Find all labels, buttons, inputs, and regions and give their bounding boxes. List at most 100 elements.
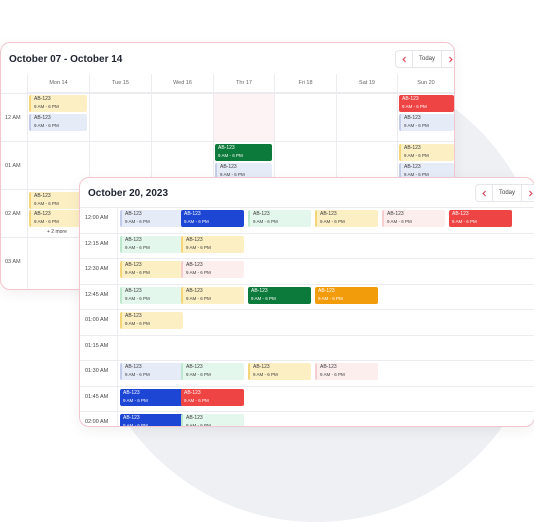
event-time: 9 AM - 6 PM: [452, 219, 477, 224]
time-label: 02 AM: [5, 211, 21, 217]
row-divider: [80, 360, 534, 361]
event-block[interactable]: AB-123 9 AM - 6 PM: [29, 114, 87, 131]
event-block[interactable]: AB-123 9 AM - 6 PM: [120, 389, 183, 406]
event-block[interactable]: AB-123 9 AM - 6 PM: [181, 210, 244, 227]
event-time: 9 AM - 6 PM: [186, 270, 211, 275]
time-column-divider: [117, 207, 118, 426]
row-divider: [1, 141, 454, 142]
event-code: AB-123: [123, 415, 140, 421]
event-block[interactable]: AB-123 9 AM - 6 PM: [248, 287, 311, 304]
event-block[interactable]: AB-123 9 AM - 6 PM: [315, 287, 378, 304]
event-block[interactable]: AB-123 9 AM - 6 PM: [120, 236, 183, 253]
daily-grid: 12:00 AM 12:15 AM 12:30 AM 12:45 AM 01:00 AM…: [80, 207, 534, 426]
event-block[interactable]: AB-123 9 AM - 6 PM: [449, 210, 512, 227]
weekly-prev-button[interactable]: [396, 51, 412, 67]
event-time: 9 AM - 6 PM: [251, 296, 276, 301]
daily-nav: Today: [475, 184, 534, 202]
event-time: 9 AM - 6 PM: [34, 219, 59, 224]
daily-next-button[interactable]: [522, 185, 534, 201]
event-block[interactable]: AB-123 9 AM - 6 PM: [399, 95, 454, 112]
event-code: AB-123: [253, 364, 270, 370]
event-code: AB-123: [34, 96, 51, 102]
column-divider: [27, 74, 28, 289]
event-block[interactable]: AB-123 9 AM - 6 PM: [29, 95, 87, 112]
event-block[interactable]: AB-123 9 AM - 6 PM: [120, 414, 183, 426]
event-block[interactable]: AB-123 9 AM - 6 PM: [399, 114, 454, 131]
row-divider: [80, 207, 534, 208]
event-block[interactable]: AB-123 9 AM - 6 PM: [315, 210, 378, 227]
event-code: AB-123: [404, 145, 421, 151]
more-events-link[interactable]: + 2 more: [47, 229, 67, 235]
event-time: 9 AM - 6 PM: [186, 245, 211, 250]
event-code: AB-123: [186, 262, 203, 268]
event-time: 9 AM - 6 PM: [125, 245, 150, 250]
time-label: 03 AM: [5, 259, 21, 265]
event-code: AB-123: [387, 211, 404, 217]
event-code: AB-123: [184, 390, 201, 396]
event-code: AB-123: [320, 364, 337, 370]
event-time: 9 AM - 6 PM: [125, 270, 150, 275]
event-block[interactable]: AB-123 9 AM - 6 PM: [120, 287, 183, 304]
event-code: AB-123: [218, 145, 235, 151]
event-time: 9 AM - 6 PM: [218, 153, 243, 158]
event-block[interactable]: AB-123 9 AM - 6 PM: [382, 210, 445, 227]
event-block[interactable]: AB-123 9 AM - 6 PM: [248, 210, 311, 227]
event-time: 9 AM - 6 PM: [125, 372, 150, 377]
event-block[interactable]: AB-123 9 AM - 6 PM: [399, 144, 454, 161]
event-time: 9 AM - 6 PM: [34, 201, 59, 206]
time-label: 01:00 AM: [85, 317, 109, 323]
weekly-today-button[interactable]: Today: [412, 51, 443, 67]
weekly-next-button[interactable]: [442, 51, 454, 67]
event-time: 9 AM - 6 PM: [320, 372, 345, 377]
event-code: AB-123: [186, 364, 203, 370]
row-divider: [80, 309, 534, 310]
time-label: 01:15 AM: [85, 343, 109, 349]
time-label: 12:15 AM: [85, 241, 109, 247]
day-header: Sun 20: [397, 74, 454, 93]
event-block[interactable]: AB-123 9 AM - 6 PM: [215, 144, 272, 161]
event-block[interactable]: AB-123 9 AM - 6 PM: [120, 363, 183, 380]
event-block[interactable]: AB-123 9 AM - 6 PM: [181, 261, 244, 278]
row-divider: [80, 233, 534, 234]
event-time: 9 AM - 6 PM: [186, 423, 211, 427]
event-code: AB-123: [253, 211, 270, 217]
event-time: 9 AM - 6 PM: [125, 321, 150, 326]
event-code: AB-123: [125, 211, 142, 217]
event-code: AB-123: [34, 193, 51, 199]
event-time: 9 AM - 6 PM: [34, 123, 59, 128]
event-time: 9 AM - 6 PM: [34, 104, 59, 109]
event-time: 9 AM - 6 PM: [387, 219, 412, 224]
event-block[interactable]: AB-123 9 AM - 6 PM: [120, 261, 183, 278]
chevron-left-icon: [401, 56, 406, 62]
daily-today-button[interactable]: Today: [492, 185, 523, 201]
event-code: AB-123: [125, 364, 142, 370]
event-block[interactable]: AB-123 9 AM - 6 PM: [181, 363, 244, 380]
time-label: 02:00 AM: [85, 419, 109, 425]
event-code: AB-123: [186, 237, 203, 243]
day-header: Fri 18: [274, 74, 336, 93]
event-code: AB-123: [34, 211, 51, 217]
event-block[interactable]: AB-123 9 AM - 6 PM: [315, 363, 378, 380]
daily-title: October 20, 2023: [88, 188, 169, 199]
row-divider: [80, 258, 534, 259]
weekly-title: October 07 - October 14: [9, 54, 123, 65]
row-divider: [1, 93, 454, 94]
row-divider: [80, 386, 534, 387]
row-divider: [80, 335, 534, 336]
event-block[interactable]: AB-123 9 AM - 6 PM: [181, 389, 244, 406]
event-time: 9 AM - 6 PM: [186, 296, 211, 301]
event-block[interactable]: AB-123 9 AM - 6 PM: [248, 363, 311, 380]
daily-prev-button[interactable]: [476, 185, 492, 201]
event-code: AB-123: [123, 390, 140, 396]
event-block[interactable]: AB-123 9 AM - 6 PM: [120, 312, 183, 329]
event-time: 9 AM - 6 PM: [404, 123, 429, 128]
event-block[interactable]: AB-123 9 AM - 6 PM: [181, 287, 244, 304]
time-label: 01:45 AM: [85, 394, 109, 400]
event-block[interactable]: AB-123 9 AM - 6 PM: [181, 414, 244, 427]
event-block[interactable]: AB-123 9 AM - 6 PM: [120, 210, 183, 227]
day-header: Mon 14: [27, 74, 89, 93]
time-label: 01:30 AM: [85, 368, 109, 374]
event-code: AB-123: [125, 237, 142, 243]
event-block[interactable]: AB-123 9 AM - 6 PM: [181, 236, 244, 253]
event-time: 9 AM - 6 PM: [253, 219, 278, 224]
